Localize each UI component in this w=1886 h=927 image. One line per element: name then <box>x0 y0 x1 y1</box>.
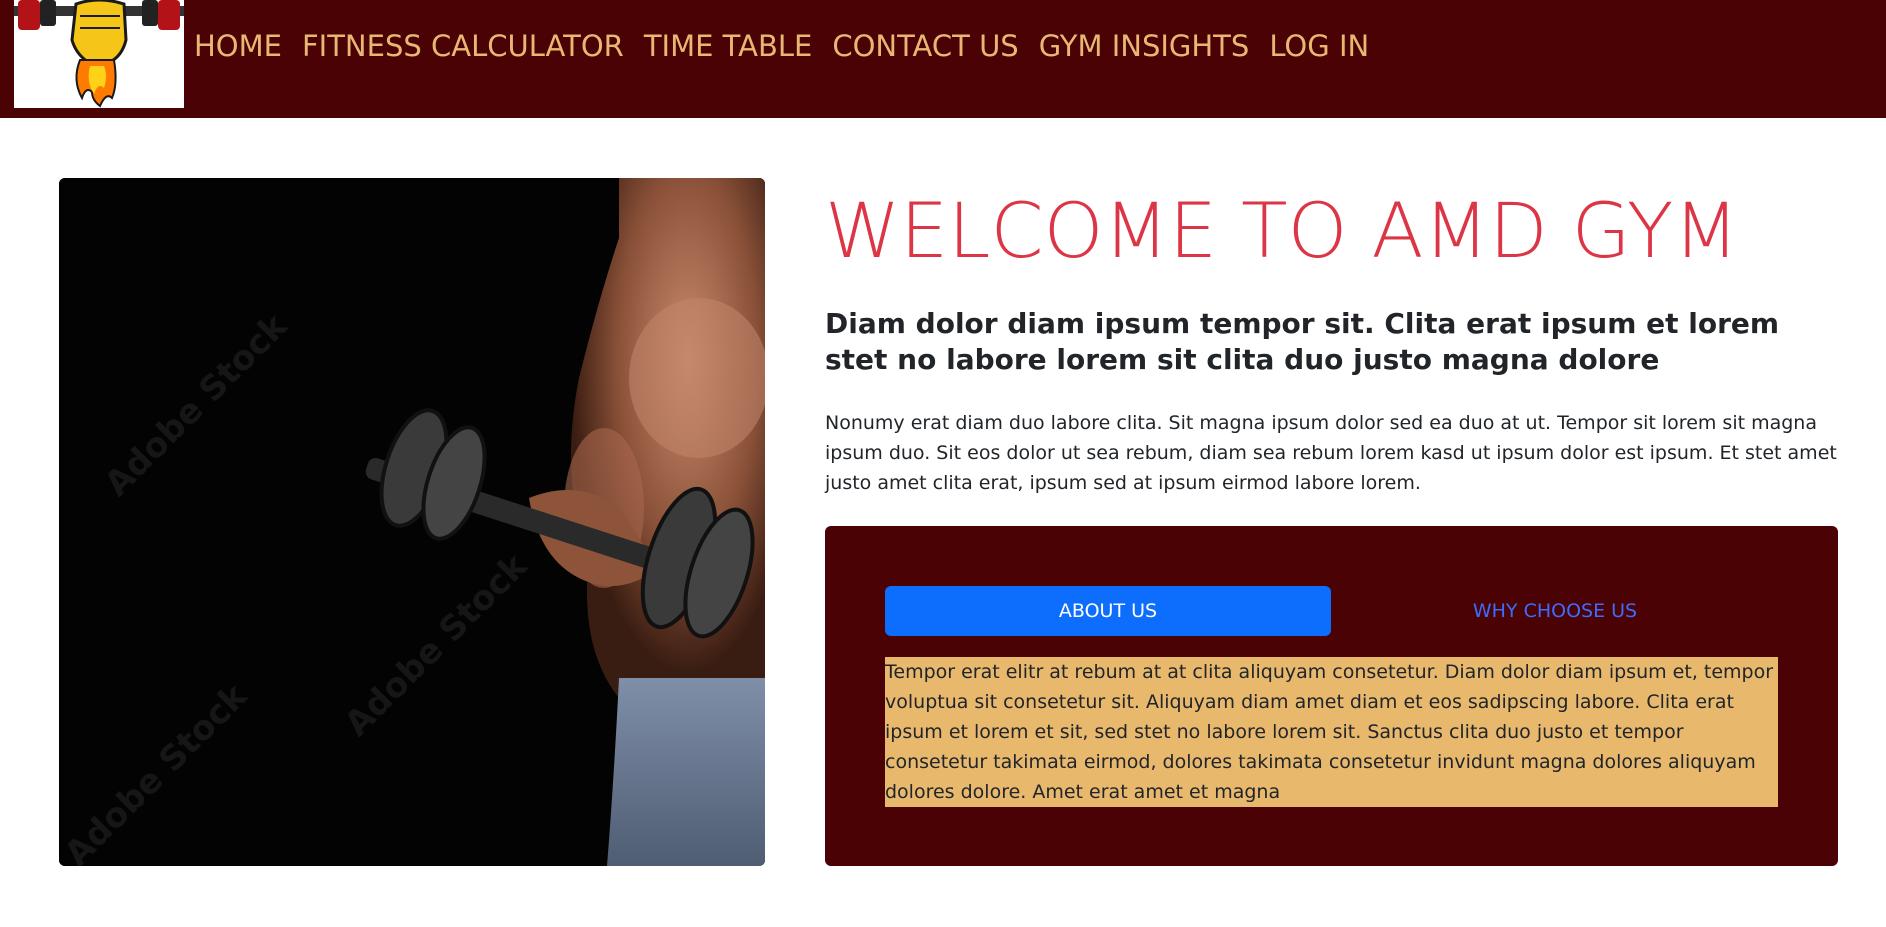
info-tab-panel: ABOUT US WHY CHOOSE US Tempor erat elitr… <box>825 526 1838 866</box>
nav-contact-us[interactable]: CONTACT US <box>832 22 1018 70</box>
tab-bar: ABOUT US WHY CHOOSE US <box>885 586 1778 636</box>
top-navbar: HOME FITNESS CALCULATOR TIME TABLE CONTA… <box>0 0 1886 118</box>
nav-home[interactable]: HOME <box>194 22 282 70</box>
page-subtitle: Diam dolor diam ipsum tempor sit. Clita … <box>825 307 1780 376</box>
tab-content: Tempor erat elitr at rebum at at clita a… <box>885 657 1778 807</box>
intro-paragraph: Nonumy erat diam duo labore clita. Sit m… <box>825 412 1837 494</box>
nav-fitness-calculator[interactable]: FITNESS CALCULATOR <box>302 22 624 70</box>
tab-why-choose-us[interactable]: WHY CHOOSE US <box>1332 586 1778 636</box>
page-title: WELCOME TO AMD GYM <box>825 186 1739 275</box>
gym-logo[interactable] <box>14 0 184 108</box>
hero-image: Adobe Stock Adobe Stock Adobe Stock <box>59 178 765 866</box>
nav-time-table[interactable]: TIME TABLE <box>644 22 813 70</box>
nav-gym-insights[interactable]: GYM INSIGHTS <box>1039 22 1250 70</box>
main-nav: HOME FITNESS CALCULATOR TIME TABLE CONTA… <box>194 22 1389 70</box>
tab-about-us[interactable]: ABOUT US <box>885 586 1331 636</box>
nav-log-in[interactable]: LOG IN <box>1269 22 1369 70</box>
